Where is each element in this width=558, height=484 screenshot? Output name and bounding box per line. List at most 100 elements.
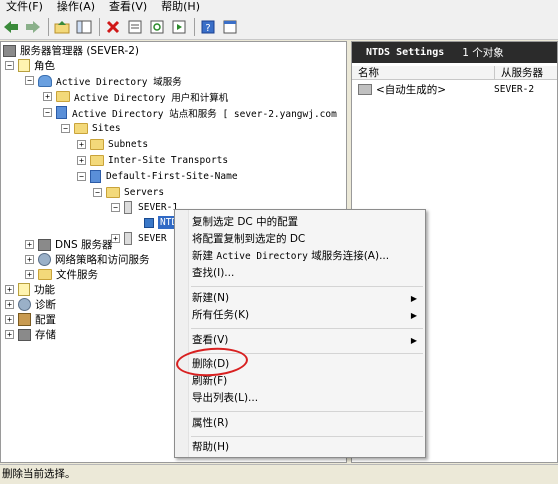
roles-icon [18, 59, 30, 72]
menu-item-replicate-from[interactable]: 复制选定 DC 中的配置 [191, 214, 423, 231]
tree-item-sever-1[interactable]: − SEVER-1 [111, 200, 178, 215]
folder-icon [90, 155, 104, 166]
collapse-icon[interactable]: − [61, 124, 70, 133]
menu-item-export-list[interactable]: 导出列表(L)... [191, 390, 423, 407]
folder-icon [90, 139, 104, 150]
up-icon[interactable] [53, 18, 71, 36]
delete-icon[interactable] [104, 18, 122, 36]
toolbar-separator [48, 17, 49, 36]
menu-item-help[interactable]: 帮助(H) [191, 439, 423, 456]
menu-action[interactable]: 操作(A) [51, 0, 103, 14]
submenu-arrow-icon: ▶ [410, 336, 417, 345]
tree-item-features[interactable]: + 功能 [5, 282, 55, 297]
show-tree-icon[interactable] [75, 18, 93, 36]
submenu-arrow-icon: ▶ [410, 294, 417, 303]
expand-icon[interactable]: + [5, 300, 14, 309]
submenu-arrow-icon: ▶ [410, 311, 417, 320]
site-icon [90, 170, 101, 183]
expand-icon[interactable]: + [25, 240, 34, 249]
menu-separator [191, 436, 423, 437]
expand-icon[interactable]: + [77, 156, 86, 165]
collapse-icon[interactable]: − [93, 188, 102, 197]
server-manager-icon [3, 44, 16, 57]
tree-item-ad-ds[interactable]: − Active Directory 域服务 [25, 73, 182, 88]
result-pane-header: NTDS Settings 1 个对象 [352, 42, 557, 63]
tree-item-roles[interactable]: − 角色 [5, 58, 55, 73]
expand-icon[interactable]: + [5, 330, 14, 339]
tree-item-dns[interactable]: + DNS 服务器 [25, 237, 112, 252]
menu-item-view[interactable]: 查看(V) ▶ [191, 332, 423, 349]
expand-icon[interactable]: + [5, 315, 14, 324]
connection-icon [358, 84, 372, 95]
forward-icon[interactable] [24, 18, 42, 36]
expand-icon[interactable]: + [25, 270, 34, 279]
back-icon[interactable] [2, 18, 20, 36]
column-header-name[interactable]: 名称 [352, 66, 495, 80]
column-header-from-server[interactable]: 从服务器 [495, 66, 557, 80]
tree-item-ad-users[interactable]: + Active Directory 用户和计算机 [43, 89, 228, 104]
context-menu: 复制选定 DC 中的配置 将配置复制到选定的 DC 新建 Active Dire… [174, 209, 426, 458]
properties-icon[interactable] [126, 18, 144, 36]
result-pane-title: NTDS Settings [366, 47, 445, 58]
expand-icon[interactable]: + [25, 255, 34, 264]
menu-item-new[interactable]: 新建(N) ▶ [191, 290, 423, 307]
menu-item-all-tasks[interactable]: 所有任务(K) ▶ [191, 307, 423, 324]
menu-separator [191, 286, 423, 287]
menu-item-refresh[interactable]: 刷新(F) [191, 373, 423, 390]
folder-icon [106, 187, 120, 198]
folder-icon [74, 123, 88, 134]
console-icon[interactable] [221, 18, 239, 36]
tree-item-nps[interactable]: + 网络策略和访问服务 [25, 252, 150, 267]
expand-icon[interactable]: + [43, 92, 52, 101]
menu-separator [191, 411, 423, 412]
tree-item-sever-2[interactable]: + SEVER [111, 231, 167, 246]
expand-icon[interactable]: + [5, 285, 14, 294]
tree-item-ad-sites[interactable]: − Active Directory 站点和服务 [ sever-2.yangw… [43, 105, 337, 120]
tree-item-storage[interactable]: + 存储 [5, 327, 56, 342]
toolbar-separator [99, 17, 100, 36]
collapse-icon[interactable]: − [5, 61, 14, 70]
configuration-icon [18, 313, 31, 326]
diagnostics-icon [18, 298, 31, 311]
ntds-icon [144, 217, 154, 228]
tree-item-subnets[interactable]: + Subnets [77, 137, 148, 152]
server-icon [124, 201, 132, 214]
menu-item-delete[interactable]: 删除(D) [191, 356, 423, 373]
list-item[interactable]: <自动生成的> SEVER-2 [352, 82, 557, 97]
menu-gutter [175, 210, 189, 457]
features-icon [18, 283, 30, 296]
ad-users-icon [56, 91, 70, 102]
toolbar: ? [0, 14, 558, 40]
collapse-icon[interactable]: − [25, 76, 34, 85]
tree-item-servers[interactable]: − Servers [93, 185, 164, 200]
tree-item-inter-site[interactable]: + Inter-Site Transports [77, 153, 228, 168]
server-icon [124, 232, 132, 245]
collapse-icon[interactable]: − [111, 203, 120, 212]
menu-item-find[interactable]: 查找(I)... [191, 265, 423, 282]
collapse-icon[interactable]: − [77, 172, 86, 181]
tree-item-diagnostics[interactable]: + 诊断 [5, 297, 56, 312]
menu-item-properties[interactable]: 属性(R) [191, 415, 423, 432]
tree-item-configuration[interactable]: + 配置 [5, 312, 56, 327]
menu-help[interactable]: 帮助(H) [155, 0, 208, 14]
menu-view[interactable]: 查看(V) [103, 0, 155, 14]
menu-bar: 文件(F) 操作(A) 查看(V) 帮助(H) [0, 0, 558, 14]
refresh-icon[interactable] [148, 18, 166, 36]
tree-item-default-site[interactable]: − Default-First-Site-Name [77, 169, 238, 184]
nps-icon [38, 253, 51, 266]
menu-file[interactable]: 文件(F) [0, 0, 51, 14]
tree-item-file-services[interactable]: + 文件服务 [25, 267, 98, 282]
tree-item-server-manager[interactable]: 服务器管理器 (SEVER-2) [3, 43, 139, 58]
dns-icon [38, 238, 51, 251]
help-icon[interactable]: ? [199, 18, 217, 36]
toolbar-separator [194, 17, 195, 36]
menu-item-replicate-to[interactable]: 将配置复制到选定的 DC [191, 231, 423, 248]
collapse-icon[interactable]: − [43, 108, 52, 117]
svg-text:?: ? [205, 23, 210, 34]
expand-icon[interactable]: + [77, 140, 86, 149]
ad-sites-icon [56, 106, 67, 119]
export-icon[interactable] [170, 18, 188, 36]
menu-separator [191, 353, 423, 354]
menu-item-new-connection[interactable]: 新建 Active Directory 域服务连接(A)... [191, 248, 423, 265]
tree-item-sites[interactable]: − Sites [61, 121, 121, 136]
